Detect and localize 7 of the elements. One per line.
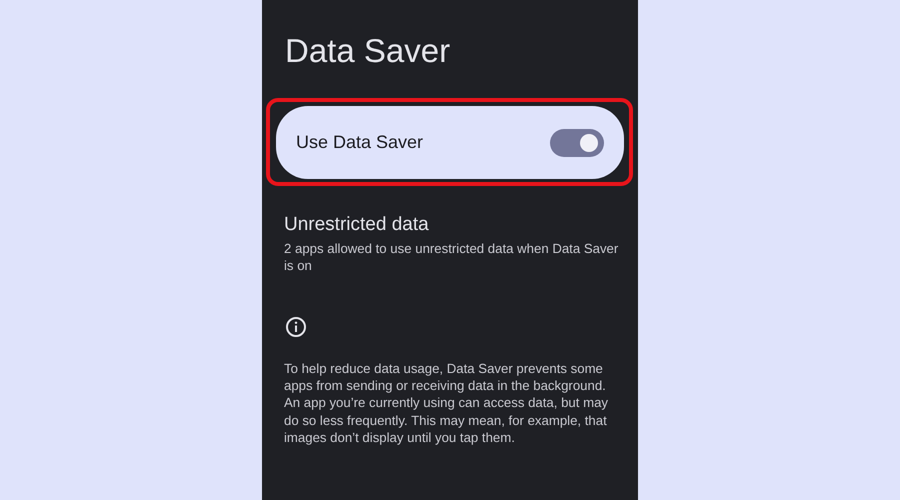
info-text: To help reduce data usage, Data Saver prevents some apps from sending or receiving data in the background. An app you’re currently using can access data, but may do so less frequently. This may mean, for example, that images don’t display until you tap them. [284,360,610,446]
info-icon [285,316,307,338]
section-summary: 2 apps allowed to use unrestricted data when Data Saver is on [284,240,620,274]
screen-title: Data Saver [285,31,452,71]
toggle-label: Use Data Saver [296,131,424,154]
section-title[interactable]: Unrestricted data [284,212,620,238]
toggle-switch[interactable] [550,128,604,156]
